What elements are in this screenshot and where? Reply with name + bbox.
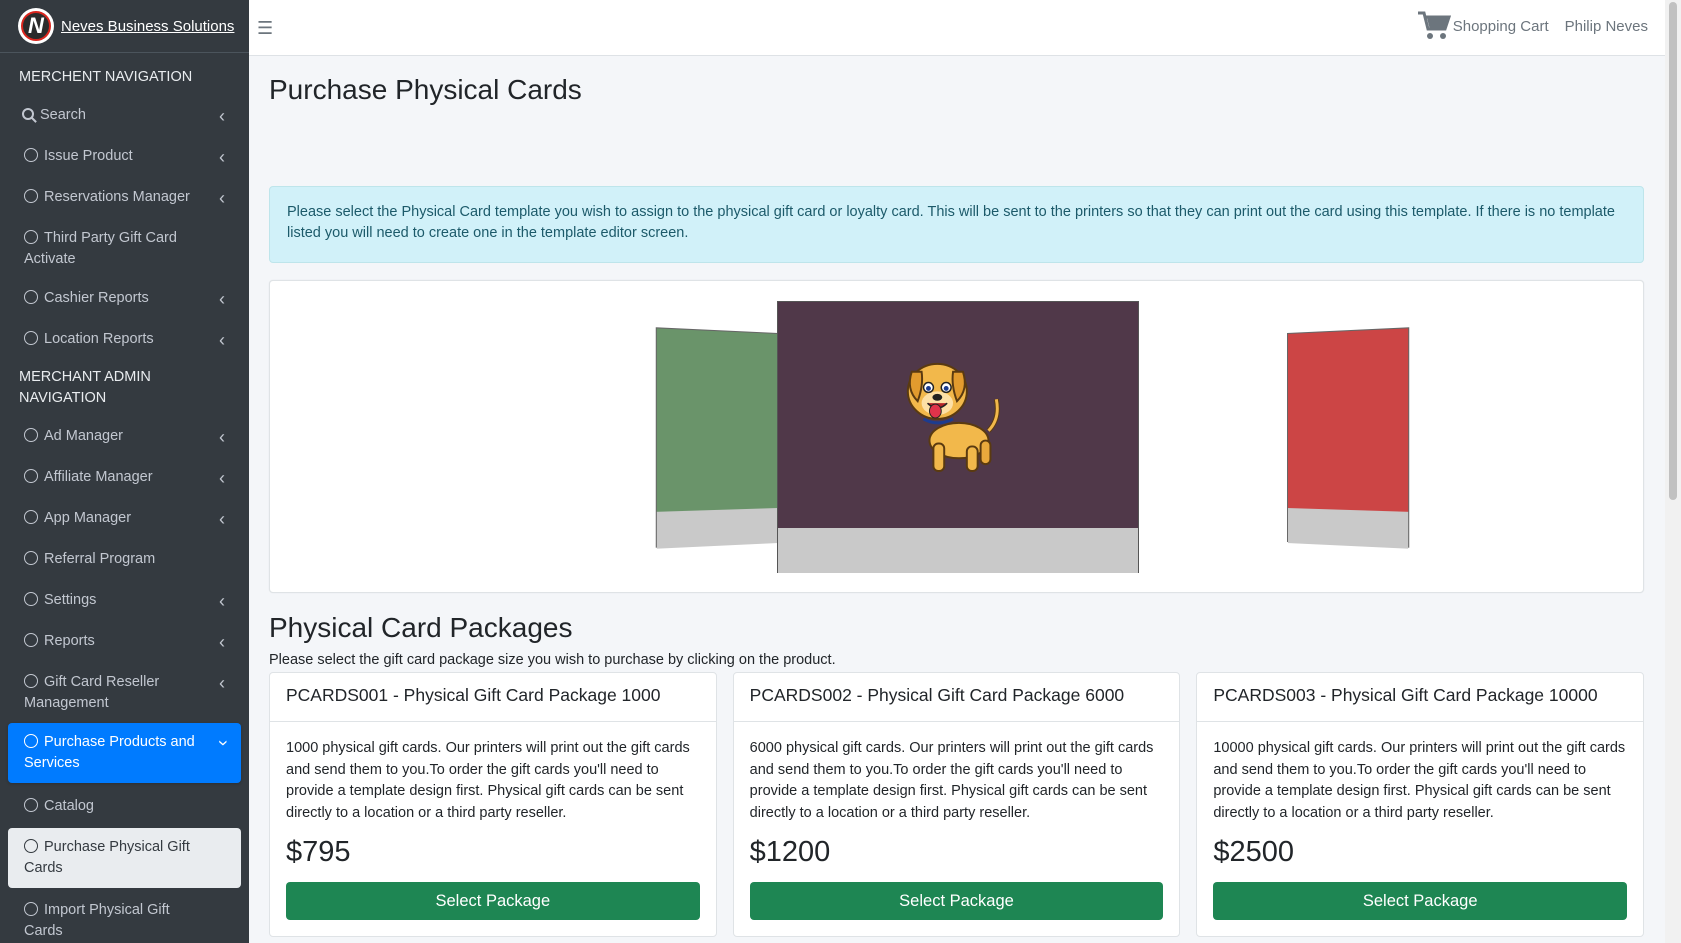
package-card[interactable]: PCARDS002 - Physical Gift Card Package 6…	[732, 672, 1181, 937]
chevron-left-icon: ‹	[219, 673, 225, 693]
circle-icon	[24, 633, 38, 647]
hamburger-menu-icon[interactable]: ☰	[257, 18, 273, 39]
sidebar-item-referral-program[interactable]: Referral Program	[8, 540, 241, 581]
package-title: PCARDS001 - Physical Gift Card Package 1…	[270, 673, 716, 722]
top-right-menu: Shopping Cart Philip Neves	[1417, 10, 1648, 42]
circle-icon	[24, 290, 38, 304]
brand-name[interactable]: Neves Business Solutions	[61, 18, 234, 35]
package-price: $795	[286, 836, 351, 869]
circle-icon	[24, 902, 38, 916]
info-alert: Please select the Physical Card template…	[269, 186, 1644, 263]
circle-icon	[24, 469, 38, 483]
template-card-red[interactable]	[1287, 327, 1410, 549]
sidebar-item-issue-product[interactable]: Issue Product ‹	[8, 137, 241, 178]
package-price: $2500	[1213, 836, 1294, 869]
chevron-left-icon: ‹	[219, 509, 225, 529]
package-price: $1200	[749, 836, 831, 869]
circle-icon	[24, 189, 38, 203]
select-package-button[interactable]: Select Package	[749, 882, 1164, 920]
chevron-left-icon: ‹	[219, 289, 225, 309]
circle-icon	[24, 798, 38, 812]
select-package-button[interactable]: Select Package	[1213, 882, 1628, 920]
top-navbar: ☰ Shopping Cart Philip Neves	[249, 0, 1665, 56]
package-description: 6000 physical gift cards. Our printers w…	[749, 740, 1154, 821]
circle-icon	[24, 230, 38, 244]
template-card-selected[interactable]	[777, 301, 1139, 573]
main-content: Purchase Physical Cards Please select th…	[269, 56, 1645, 937]
sidebar-item-ad-manager[interactable]: Ad Manager ‹	[8, 417, 241, 458]
chevron-left-icon: ‹	[219, 330, 225, 350]
shopping-cart-icon[interactable]	[1417, 10, 1451, 42]
circle-icon	[24, 674, 38, 688]
sidebar-item-location-reports[interactable]: Location Reports ‹	[8, 320, 241, 361]
scrollbar[interactable]	[1665, 0, 1681, 943]
package-description: 1000 physical gift cards. Our printers w…	[286, 740, 690, 821]
sidebar-item-gift-card-reseller[interactable]: Gift Card Reseller Management ‹	[8, 663, 241, 723]
puppy-illustration	[906, 362, 1000, 473]
nav-header-merchant: MERCHENT NAVIGATION	[19, 69, 193, 85]
sidebar-item-catalog[interactable]: Catalog	[8, 787, 241, 828]
page-title: Purchase Physical Cards	[269, 74, 582, 105]
package-description: 10000 physical gift cards. Our printers …	[1213, 740, 1626, 821]
select-package-button[interactable]: Select Package	[286, 882, 700, 920]
circle-icon	[24, 331, 38, 345]
package-title: PCARDS002 - Physical Gift Card Package 6…	[733, 673, 1180, 722]
brand-logo: N	[18, 8, 54, 44]
circle-icon	[24, 734, 38, 748]
package-title: PCARDS003 - Physical Gift Card Package 1…	[1197, 673, 1644, 722]
chevron-left-icon: ‹	[219, 468, 225, 488]
packages-subtitle: Please select the gift card package size…	[269, 652, 836, 668]
circle-icon	[24, 839, 38, 853]
package-card[interactable]: PCARDS001 - Physical Gift Card Package 1…	[269, 672, 717, 937]
sidebar-item-affiliate-manager[interactable]: Affiliate Manager ‹	[8, 458, 241, 499]
sidebar-item-cashier-reports[interactable]: Cashier Reports ‹	[8, 279, 241, 320]
sidebar-item-reports[interactable]: Reports ‹	[8, 622, 241, 663]
sidebar-item-settings[interactable]: Settings ‹	[8, 581, 241, 622]
chevron-left-icon: ‹	[219, 106, 225, 126]
template-carousel[interactable]	[269, 280, 1644, 593]
sidebar: N Neves Business Solutions MERCHENT NAVI…	[0, 0, 249, 943]
nav-header-merchant-admin: MERCHANT ADMIN NAVIGATION	[19, 369, 151, 406]
sidebar-item-purchase-physical-gift-cards[interactable]: Purchase Physical Gift Cards	[8, 828, 241, 888]
circle-icon	[24, 428, 38, 442]
chevron-left-icon: ‹	[219, 427, 225, 447]
chevron-left-icon: ‹	[219, 632, 225, 652]
circle-icon	[24, 510, 38, 524]
brand[interactable]: N Neves Business Solutions	[0, 0, 249, 53]
search-icon	[22, 108, 34, 120]
sidebar-item-reservations-manager[interactable]: Reservations Manager ‹	[8, 178, 241, 219]
sidebar-item-third-party-activate[interactable]: Third Party Gift Card Activate	[8, 219, 241, 279]
package-card[interactable]: PCARDS003 - Physical Gift Card Package 1…	[1196, 672, 1645, 937]
sidebar-item-search[interactable]: Search ‹	[8, 96, 241, 137]
shopping-cart-link[interactable]: Shopping Cart	[1453, 18, 1549, 35]
chevron-down-icon: ‹	[212, 740, 232, 746]
chevron-left-icon: ‹	[219, 591, 225, 611]
circle-icon	[24, 551, 38, 565]
packages-title: Physical Card Packages	[269, 612, 573, 643]
circle-icon	[24, 148, 38, 162]
chevron-left-icon: ‹	[219, 188, 225, 208]
circle-icon	[24, 592, 38, 606]
user-menu[interactable]: Philip Neves	[1565, 18, 1648, 35]
sidebar-item-import-physical-gift-cards[interactable]: Import Physical Gift Cards	[8, 891, 241, 943]
packages-list: PCARDS001 - Physical Gift Card Package 1…	[269, 672, 1645, 937]
chevron-left-icon: ‹	[219, 147, 225, 167]
sidebar-item-app-manager[interactable]: App Manager ‹	[8, 499, 241, 540]
scrollbar-thumb[interactable]	[1669, 2, 1677, 500]
template-card-green[interactable]	[655, 327, 778, 549]
sidebar-item-purchase-products[interactable]: Purchase Products and Services ‹	[8, 723, 241, 783]
